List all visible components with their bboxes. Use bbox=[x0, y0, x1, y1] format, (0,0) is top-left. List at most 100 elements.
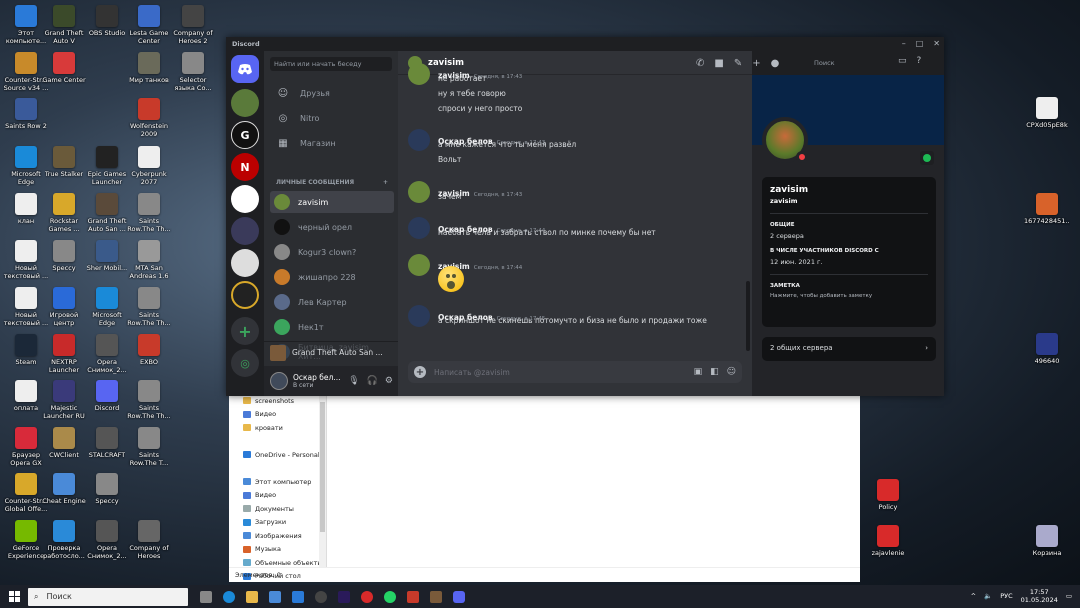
desktop-icon[interactable]: Мир танков bbox=[126, 52, 172, 92]
desktop-icon[interactable]: Rockstar Games ... bbox=[41, 193, 87, 233]
settings-gear-icon[interactable]: ⚙ bbox=[385, 376, 393, 386]
desktop-icon[interactable]: Saints Row.The Th... bbox=[126, 287, 172, 327]
chat-scrollbar[interactable] bbox=[746, 281, 750, 351]
desktop-icon[interactable]: 496640 bbox=[1024, 333, 1070, 373]
explorer-nav-item[interactable] bbox=[229, 435, 326, 449]
explorer-nav-item[interactable]: Видео bbox=[229, 489, 326, 503]
desktop-icon[interactable]: Saints Row 2 bbox=[3, 98, 49, 138]
add-friend-icon[interactable]: + bbox=[752, 58, 760, 69]
microphone-icon[interactable]: 🎙 bbox=[348, 376, 359, 386]
maximize-icon[interactable]: □ bbox=[916, 39, 924, 48]
server-icon[interactable]: G bbox=[231, 121, 259, 149]
desktop-icon[interactable]: Cheat Engine bbox=[41, 473, 87, 513]
desktop-icon[interactable]: Lesta Game Center bbox=[126, 5, 172, 45]
dm-item[interactable]: zavisim bbox=[270, 191, 394, 213]
desktop-icon[interactable]: Grand Theft Auto V bbox=[41, 5, 87, 45]
mutual-servers-button[interactable]: 2 общих сервера › bbox=[762, 337, 936, 361]
desktop-icon[interactable]: Opera Снимок_2... bbox=[84, 334, 130, 374]
task-view-icon[interactable] bbox=[200, 590, 212, 603]
dm-item[interactable]: Нек1т bbox=[270, 316, 394, 338]
desktop-icon[interactable]: MTA San Andreas 1.6 bbox=[126, 240, 172, 280]
desktop-icon[interactable]: Majestic Launcher RU bbox=[41, 380, 87, 420]
avatar[interactable] bbox=[270, 372, 288, 390]
server-icon[interactable] bbox=[231, 249, 259, 277]
chevron-up-icon[interactable]: ^ bbox=[971, 592, 976, 600]
pin-icon[interactable]: ✎ bbox=[734, 58, 742, 69]
mail-icon[interactable] bbox=[292, 590, 304, 603]
now-playing[interactable]: Grand Theft Auto San ... bbox=[264, 341, 398, 363]
desktop-icon[interactable]: EXBO bbox=[126, 334, 172, 374]
emoji-icon[interactable]: ☺ bbox=[727, 367, 736, 377]
explorer-nav-item[interactable]: OneDrive - Personal bbox=[229, 448, 326, 462]
desktop-icon[interactable]: Speccy bbox=[41, 240, 87, 280]
desktop-icon[interactable]: Grand Theft Auto San ... bbox=[84, 193, 130, 233]
app-icon[interactable] bbox=[407, 590, 419, 603]
game-icon[interactable] bbox=[430, 590, 442, 603]
common-servers[interactable]: 2 сервера bbox=[770, 232, 928, 240]
server-icon[interactable] bbox=[231, 281, 259, 309]
desktop-icon[interactable]: CWClient bbox=[41, 427, 87, 467]
desktop-icon[interactable]: Company of Heroes 2 bbox=[170, 5, 216, 45]
desktop-icon[interactable]: zajavlenie bbox=[865, 525, 911, 565]
desktop-icon[interactable]: Sher Mobil... bbox=[84, 240, 130, 280]
desktop-icon[interactable]: Policy bbox=[865, 479, 911, 519]
dm-item[interactable]: черный орел bbox=[270, 216, 394, 238]
explorer-nav-item[interactable]: Документы bbox=[229, 502, 326, 516]
desktop-icon[interactable]: NEXTRP Launcher bbox=[41, 334, 87, 374]
attach-plus-icon[interactable]: + bbox=[414, 366, 426, 378]
language-indicator[interactable]: РУС bbox=[1000, 592, 1012, 600]
obs-icon[interactable] bbox=[315, 590, 327, 603]
notifications-icon[interactable]: ▭ bbox=[1066, 592, 1072, 600]
server-icon[interactable]: N bbox=[231, 153, 259, 181]
desktop-icon[interactable]: Saints Row.The Th... bbox=[126, 193, 172, 233]
explorer-nav-item[interactable]: screenshots bbox=[229, 394, 326, 408]
desktop-icon[interactable]: Speccy bbox=[84, 473, 130, 513]
desktop-icon[interactable]: Opera Снимок_2... bbox=[84, 520, 130, 560]
desktop-icon[interactable]: Wolfenstein 2009 bbox=[126, 98, 172, 138]
add-dm-icon[interactable]: + bbox=[383, 179, 388, 186]
dm-item[interactable]: жишапро 228 bbox=[270, 266, 394, 288]
desktop-icon[interactable]: OBS Studio bbox=[84, 5, 130, 45]
explorer-nav-item[interactable]: Изображения bbox=[229, 529, 326, 543]
desktop-icon[interactable]: Корзина bbox=[1024, 525, 1070, 565]
add-server-icon[interactable]: + bbox=[231, 317, 259, 345]
nav-item-shop[interactable]: ▦ Магазин bbox=[270, 133, 392, 153]
explorer-nav-item[interactable]: Этот компьютер bbox=[229, 475, 326, 489]
taskbar-search[interactable]: ⌕ Поиск bbox=[28, 587, 188, 606]
desktop-icon[interactable]: CPXd05pE8k bbox=[1024, 97, 1070, 137]
opera-icon[interactable] bbox=[361, 590, 373, 603]
server-icon[interactable] bbox=[231, 185, 259, 213]
explorer-nav-item[interactable]: Загрузки bbox=[229, 516, 326, 530]
inbox-icon[interactable]: ▭ bbox=[898, 56, 907, 66]
desktop-icon[interactable]: Selector языка Co... bbox=[170, 52, 216, 92]
dm-item[interactable]: Kogur3 clown? bbox=[270, 241, 394, 263]
user-profile-icon[interactable]: ● bbox=[771, 58, 780, 69]
explorer-nav-item[interactable] bbox=[229, 462, 326, 476]
top-search-input[interactable]: Поиск bbox=[810, 56, 890, 70]
avatar[interactable] bbox=[408, 254, 430, 276]
dm-item[interactable]: Лев Картер bbox=[270, 291, 394, 313]
desktop-icon[interactable]: Discord bbox=[84, 380, 130, 420]
clock[interactable]: 17:57 01.05.2024 bbox=[1021, 588, 1058, 604]
nav-item-nitro[interactable]: ◎ Nitro bbox=[270, 108, 392, 128]
discord-home-icon[interactable] bbox=[231, 55, 259, 83]
close-icon[interactable]: ✕ bbox=[933, 39, 940, 48]
desktop-icon[interactable]: Cyberpunk 2077 bbox=[126, 146, 172, 186]
discord-taskbar-icon[interactable] bbox=[453, 590, 465, 603]
desktop-icon[interactable]: STALCRAFT bbox=[84, 427, 130, 467]
avatar[interactable] bbox=[408, 63, 430, 85]
desktop-icon[interactable]: Saints Row.The Th... bbox=[126, 380, 172, 420]
store-icon[interactable] bbox=[269, 590, 281, 603]
spotify-icon[interactable] bbox=[920, 151, 934, 165]
desktop-icon[interactable]: Company of Heroes bbox=[126, 520, 172, 560]
nav-item-friends[interactable]: ☺ Друзья bbox=[270, 83, 392, 103]
explorer-nav-item[interactable]: Видео bbox=[229, 408, 326, 422]
premiere-icon[interactable] bbox=[338, 590, 350, 603]
desktop-icon[interactable]: True Stalker bbox=[41, 146, 87, 186]
voice-call-icon[interactable]: ✆ bbox=[696, 58, 704, 69]
avatar[interactable] bbox=[408, 217, 430, 239]
sticker-icon[interactable]: ◧ bbox=[710, 367, 719, 377]
headphones-icon[interactable]: 🎧 bbox=[367, 376, 378, 386]
desktop-icon[interactable]: Проверка работосло... bbox=[41, 520, 87, 560]
desktop-icon[interactable]: Epic Games Launcher bbox=[84, 146, 130, 186]
